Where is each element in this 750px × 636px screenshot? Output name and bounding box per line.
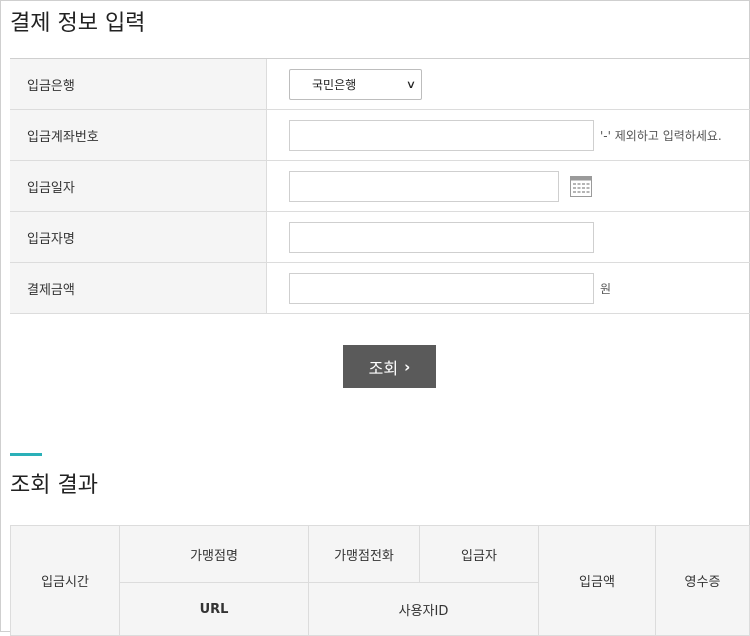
- bank-select-value: 국민은행: [312, 77, 357, 92]
- accent-bar: [10, 453, 42, 456]
- payment-section-title: 결제 정보 입력: [10, 11, 146, 36]
- date-row: 입금일자: [10, 160, 750, 212]
- result-section-title: 조회 결과: [10, 473, 98, 498]
- chevron-down-icon: ∨: [405, 77, 417, 91]
- col-deposit-time: 입금시간: [10, 525, 120, 636]
- result-table: 입금시간 가맹점명 가맹점전화 입금자 입금액 영수증 URL 사용자ID: [10, 525, 750, 636]
- bank-row: 입금은행 국민은행 ∨: [10, 59, 750, 110]
- search-button-label: 조회: [368, 358, 399, 378]
- amount-unit: 원: [600, 281, 612, 296]
- search-button[interactable]: 조회 ›: [343, 345, 436, 388]
- date-input[interactable]: [289, 170, 559, 202]
- bank-select[interactable]: 국민은행 ∨: [289, 68, 422, 100]
- amount-row: 결제금액 원: [10, 262, 750, 314]
- col-deposit-amount: 입금액: [538, 525, 656, 636]
- account-hint: '-' 제외하고 입력하세요.: [600, 128, 722, 143]
- col-receipt: 영수증: [655, 525, 750, 636]
- amount-label: 결제금액: [10, 262, 267, 314]
- chevron-right-icon: ›: [404, 357, 411, 376]
- col-merchant-phone: 가맹점전화: [308, 525, 420, 583]
- calendar-icon[interactable]: [570, 175, 592, 197]
- result-header-row-1: 입금시간 가맹점명 가맹점전화 입금자 입금액 영수증: [10, 525, 750, 636]
- date-label: 입금일자: [10, 160, 267, 212]
- col-merchant-name: 가맹점명: [119, 525, 309, 583]
- col-depositor: 입금자: [419, 525, 539, 583]
- account-row: 입금계좌번호 '-' 제외하고 입력하세요.: [10, 109, 750, 161]
- col-user-id: 사용자ID: [308, 582, 539, 636]
- depositor-input[interactable]: [289, 221, 594, 253]
- depositor-row: 입금자명: [10, 211, 750, 263]
- account-input[interactable]: [289, 119, 594, 151]
- account-label: 입금계좌번호: [10, 109, 267, 161]
- payment-form: 입금은행 국민은행 ∨ 입금계좌번호 '-' 제외하고 입력하세요. 입금일자: [10, 59, 750, 314]
- bank-label: 입금은행: [10, 59, 267, 110]
- col-url: URL: [119, 582, 309, 636]
- amount-input[interactable]: [289, 272, 594, 304]
- depositor-label: 입금자명: [10, 211, 267, 263]
